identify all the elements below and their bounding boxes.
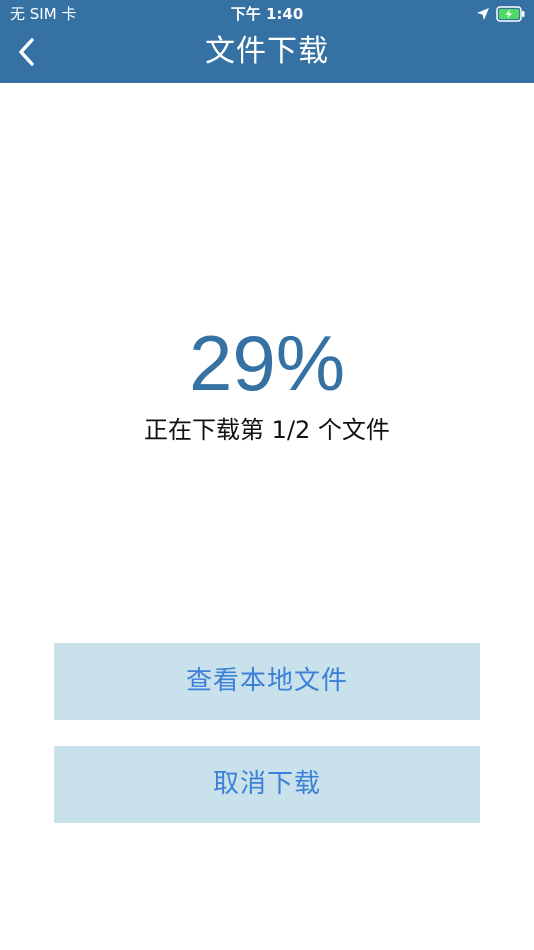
- download-screen: 无 SIM 卡 下午 1:40 文件下载 29% 正在下载第 1/2 个文件 查…: [0, 0, 534, 950]
- nav-bar: 文件下载: [0, 28, 534, 83]
- status-bar: 无 SIM 卡 下午 1:40: [0, 0, 534, 28]
- status-time: 下午 1:40: [230, 5, 304, 23]
- status-icons: [476, 5, 526, 23]
- view-local-files-button[interactable]: 查看本地文件: [54, 643, 480, 720]
- battery-charging-icon: [496, 6, 526, 22]
- header: 无 SIM 卡 下午 1:40 文件下载: [0, 0, 534, 83]
- cancel-download-button[interactable]: 取消下载: [54, 746, 480, 823]
- download-progress-percent: 29%: [188, 319, 346, 407]
- download-status-text: 正在下载第 1/2 个文件: [144, 416, 390, 444]
- location-arrow-icon: [476, 7, 490, 21]
- page-title: 文件下载: [205, 34, 329, 69]
